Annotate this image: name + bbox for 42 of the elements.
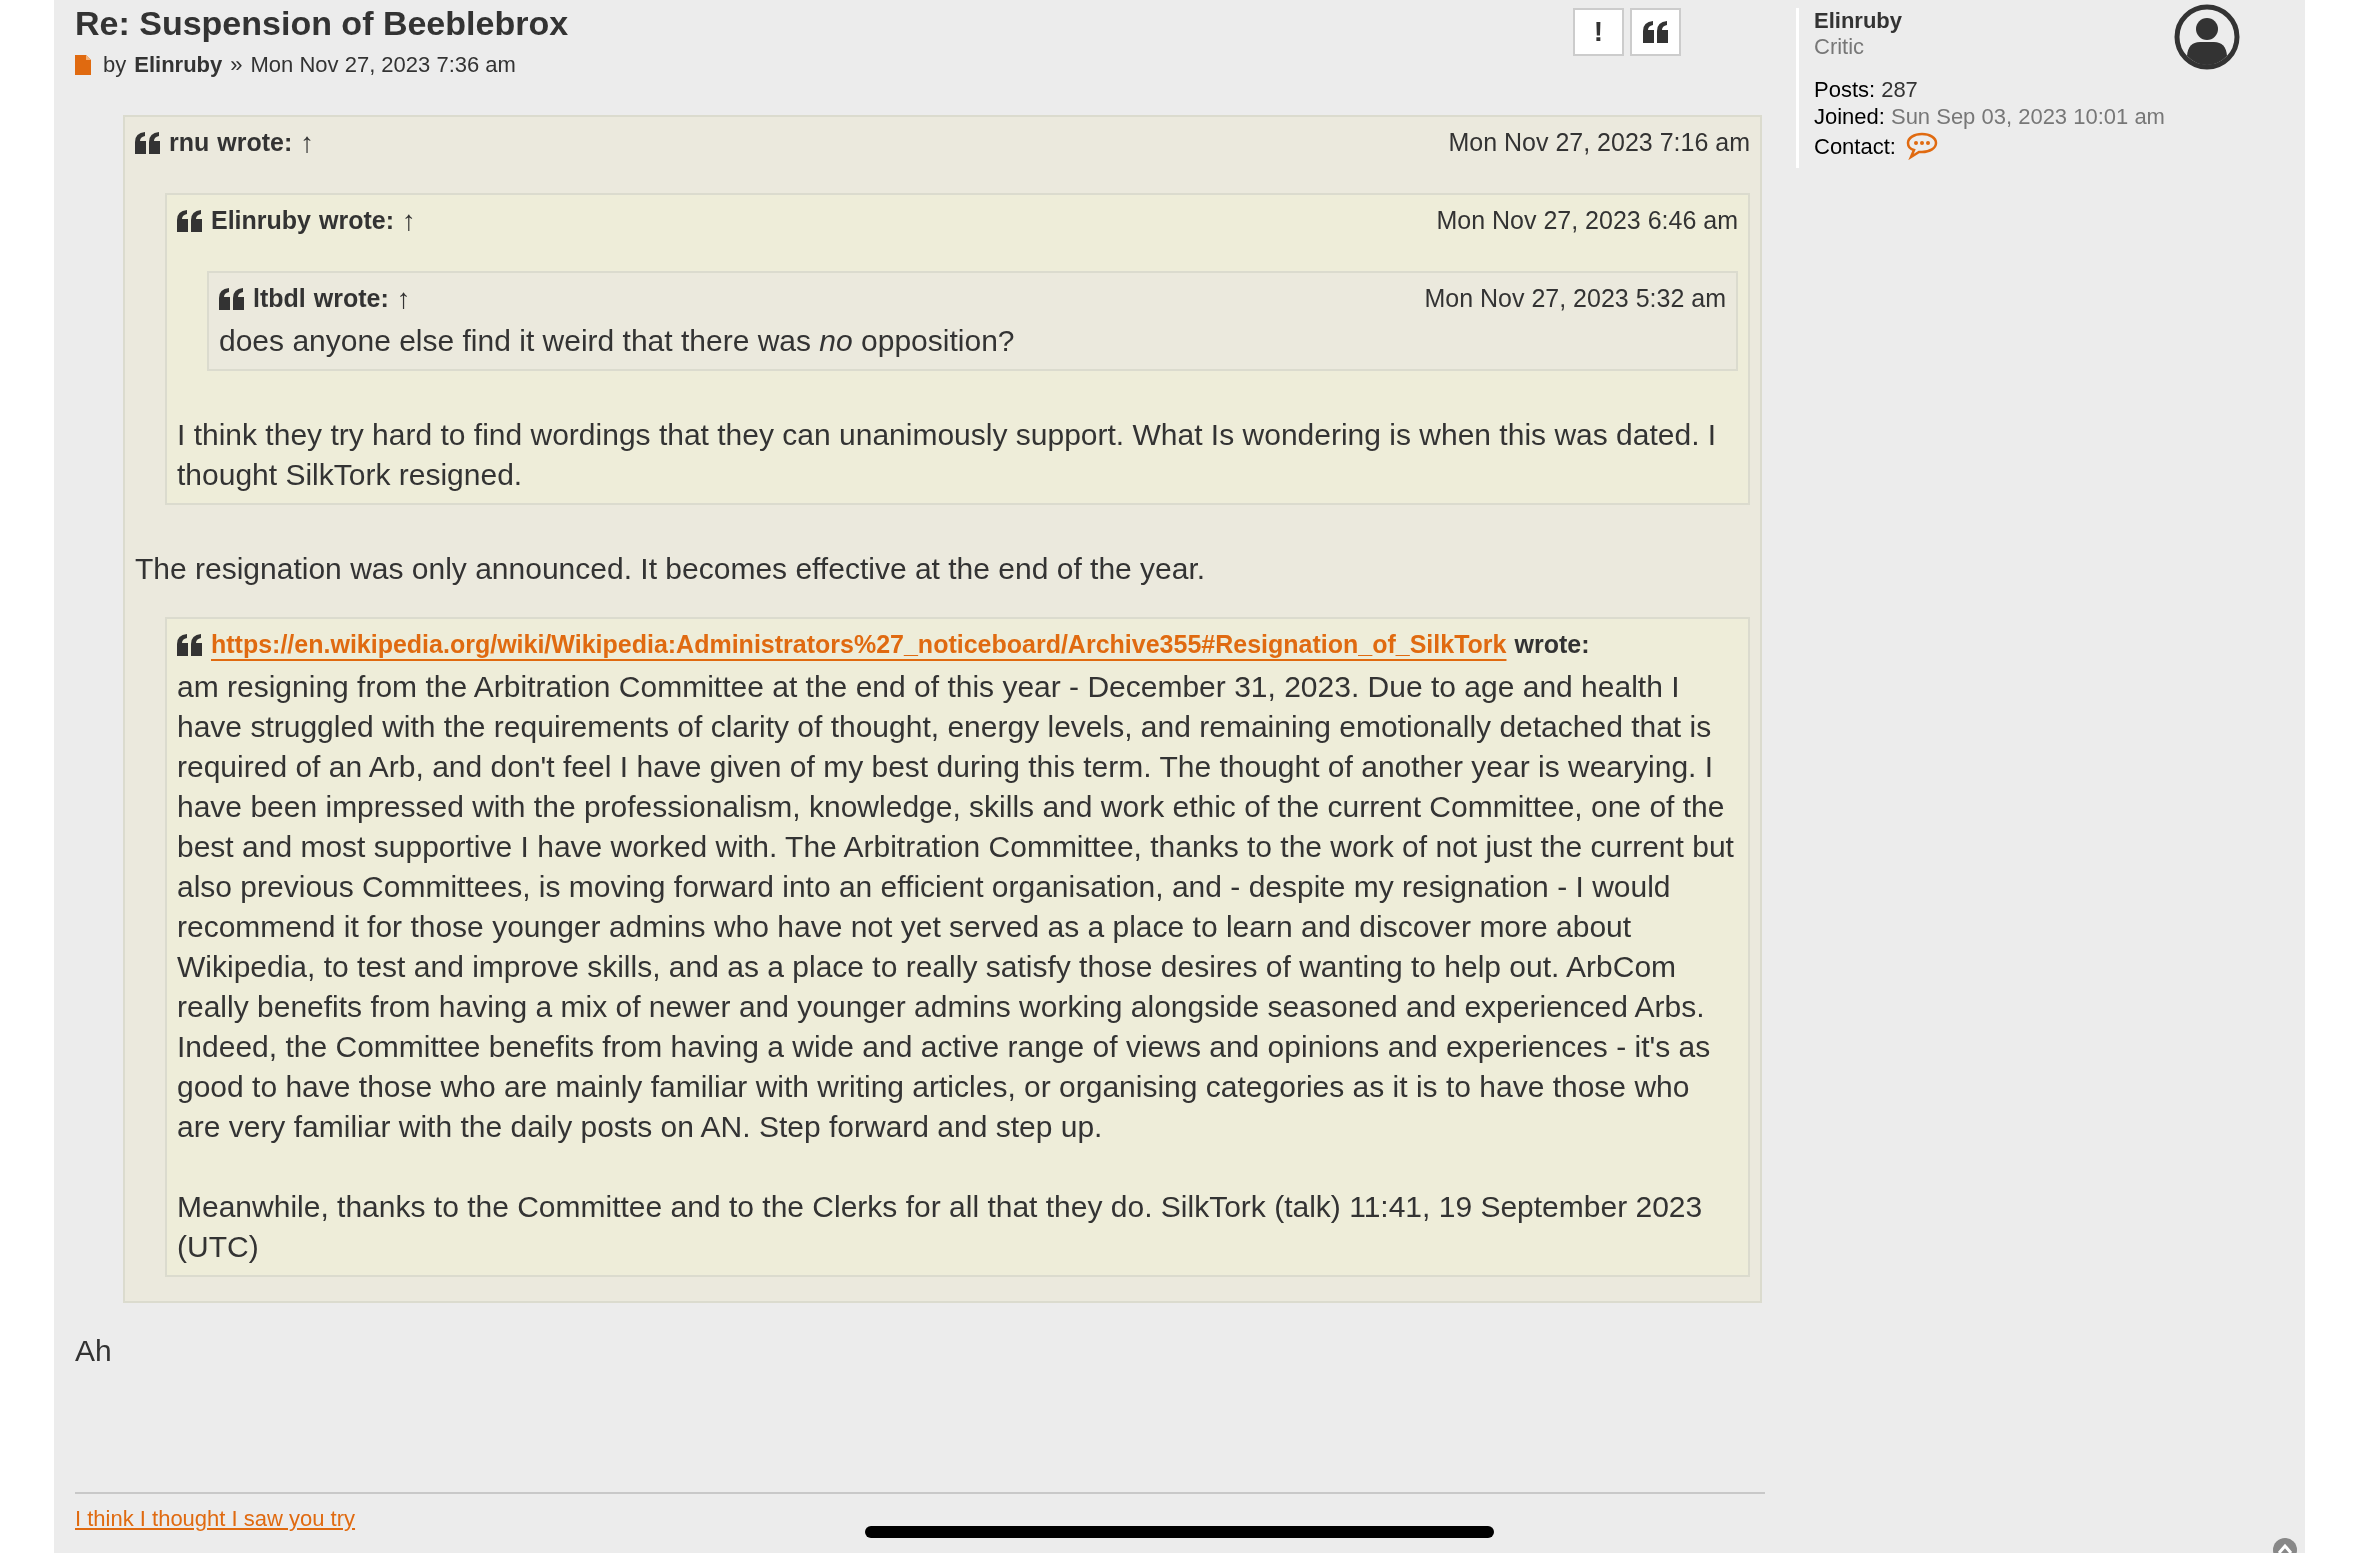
quote-icon [219, 288, 245, 310]
quote-date: Mon Nov 27, 2023 7:16 am [1448, 127, 1750, 159]
username[interactable]: Elinruby [1814, 8, 2256, 34]
quote-label: wrote: [1514, 629, 1590, 661]
quote-button[interactable] [1630, 8, 1681, 56]
paragraph: The resignation was only announced. It becomes effective at the end of the year. [135, 551, 1207, 587]
paragraph: Meanwhile, thanks to the Committee and to the Clerks for all that they do. SilkTork (talk) 11:41, 19 September 2023 (UTC) [177, 1189, 1704, 1265]
paragraph: does anyone else find it weird that there was no opposition? [219, 323, 1016, 359]
quote-author: Elinruby [211, 205, 311, 237]
post-title[interactable]: Re: Suspension of Beeblebrox [75, 2, 569, 44]
contact-label: Contact: [1814, 132, 1896, 160]
message-icon[interactable] [1905, 132, 1938, 160]
scroll-up-icon[interactable] [2272, 1537, 2298, 1553]
jump-link[interactable]: ↑ [300, 122, 315, 164]
quote-date: Mon Nov 27, 2023 5:32 am [1424, 283, 1726, 315]
posts-count: 287 [1881, 76, 1918, 103]
avatar-icon[interactable] [2174, 4, 2240, 70]
paragraph: Ah [75, 1333, 113, 1369]
jump-link[interactable]: ↑ [396, 278, 411, 320]
quote-author: rnu [169, 127, 210, 159]
quote-label: wrote: [319, 205, 394, 237]
quote-label: wrote: [217, 127, 293, 159]
quote-author: ltbdl [253, 283, 306, 315]
quote-icon [135, 132, 161, 154]
quote-icon [1642, 21, 1669, 43]
byline-separator: » [230, 51, 243, 79]
posts-label: Posts: [1814, 76, 1876, 103]
joined-date: Sun Sep 03, 2023 10:01 am [1890, 103, 2165, 130]
quote-icon [177, 634, 203, 656]
user-rank: Critic [1814, 34, 1866, 60]
joined-label: Joined: [1814, 103, 1885, 130]
post-date: Mon Nov 27, 2023 7:36 am [250, 51, 516, 79]
author-link[interactable]: Elinruby [134, 48, 223, 81]
byline-prefix: by [103, 51, 127, 79]
paragraph: am resigning from the Arbitration Committee at the end of this year - December 31, 2023. Due to age and health I have struggled with the requirements of clarity of thought, energy levels, and remaining emotionally detached that is required of an Arb, and don't feel I have given of my best during this term. The thought of another year is wearying. I have been impressed with the professionalism, knowledge, skills and work ethic of the current Committee, one of the best and most supportive I have worked with. The Arbitration Committee, thanks to the work of not just the current but also previous Committees, is moving forward into an efficient organisation, and - despite my resignation - I would recommend it for those younger admins who have not yet served as a place to learn and discover more about Wikipedia, to test and improve skills, and as a place to really satisfy those desires of wanting to help out. ArbCom really benefits from having a mix of newer and younger admins working alongside seasoned and experienced Arbs. Indeed, the Committee benefits from having a wide and active range of views and opinions and experiences - it's as good to have those who are mainly familiar with writing articles, or organising categories as it is to have those who are very familiar with the daily posts on AN. Step forward and step up. [177, 669, 1735, 1145]
jump-link[interactable]: ↑ [402, 200, 416, 242]
quote-date: Mon Nov 27, 2023 6:46 am [1436, 205, 1738, 237]
document-icon [75, 54, 91, 75]
quote-label: wrote: [313, 283, 389, 315]
report-button[interactable]: ! [1573, 8, 1624, 56]
quote-icon [177, 210, 203, 232]
paragraph: I think they try hard to find wordings that they can unanimously support. What Is wondering is when this was dated. I thought SilkTork resigned. [177, 417, 1718, 493]
